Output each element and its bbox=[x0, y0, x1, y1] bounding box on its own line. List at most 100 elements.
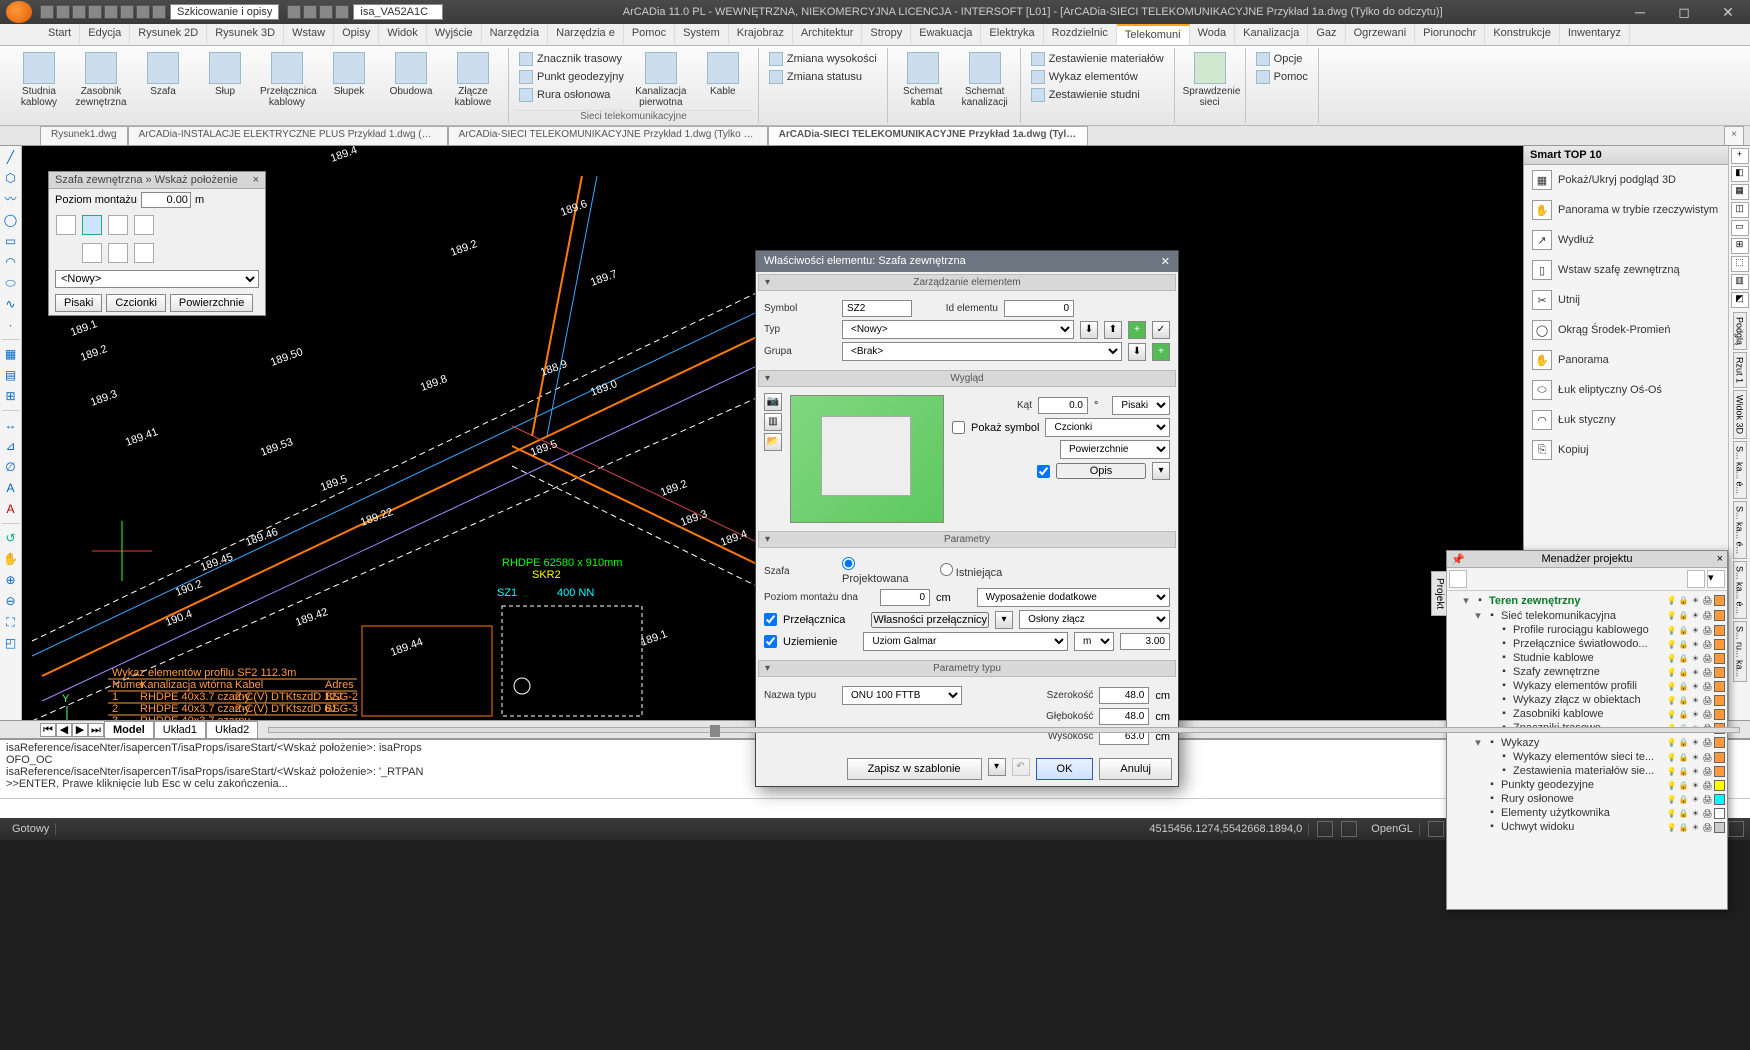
ribbon-btn[interactable]: Wykaz elementów bbox=[1027, 68, 1168, 86]
group-select[interactable]: <Brak> bbox=[842, 342, 1122, 361]
ribbon-btn[interactable]: Obudowa bbox=[382, 50, 440, 99]
tool-icon[interactable]: ∿ bbox=[2, 295, 20, 313]
ribbon-tab[interactable]: Kanalizacja bbox=[1235, 24, 1308, 45]
tree-node[interactable]: ▾▪Sieć telekomunikacyjna💡🔒☀🖨 bbox=[1461, 608, 1725, 623]
oslony-select[interactable]: Osłony złącz bbox=[1019, 610, 1170, 629]
smart-item[interactable]: ▦Pokaż/Ukryj podgląd 3D bbox=[1524, 165, 1728, 195]
ribbon-btn[interactable]: Schemat kabla bbox=[894, 50, 952, 110]
tool-icon[interactable]: ▥ bbox=[1731, 274, 1749, 290]
palette-icon[interactable] bbox=[134, 215, 154, 235]
prz-props-button[interactable]: Własności przełącznicy bbox=[871, 612, 989, 628]
tree-node[interactable]: ▪Rury osłonowe💡🔒☀🖨 bbox=[1461, 792, 1725, 806]
ribbon-tab[interactable]: Rozdzielnic bbox=[1044, 24, 1117, 45]
nav-next-icon[interactable]: ▶ bbox=[72, 723, 88, 737]
ribbon-tab[interactable]: Inwentaryz bbox=[1560, 24, 1630, 45]
tool-icon[interactable]: ◯ bbox=[2, 211, 20, 229]
nav-prev-icon[interactable]: ◀ bbox=[56, 723, 72, 737]
ribbon-tab[interactable]: Narzędzia bbox=[482, 24, 549, 45]
ribbon-btn[interactable]: Złącze kablowe bbox=[444, 50, 502, 110]
ribbon-tab[interactable]: Konstrukcje bbox=[1485, 24, 1559, 45]
section-header[interactable]: Parametry typu bbox=[758, 660, 1176, 677]
add-button[interactable]: + bbox=[1128, 321, 1146, 339]
document-tab[interactable]: ArCADia-INSTALACJE ELEKTRYCZNE PLUS Przy… bbox=[128, 126, 448, 145]
tool-icon[interactable]: ◫ bbox=[1731, 202, 1749, 218]
szer-input[interactable] bbox=[1099, 687, 1149, 704]
ribbon-btn[interactable]: Opcje bbox=[1252, 50, 1312, 68]
id-input[interactable] bbox=[1004, 300, 1074, 317]
tool-icon[interactable]: ╱ bbox=[2, 148, 20, 166]
ribbon-tab[interactable]: Rysunek 2D bbox=[130, 24, 207, 45]
qat-icon[interactable] bbox=[56, 5, 70, 19]
tool-button[interactable]: ⬆ bbox=[1104, 321, 1122, 339]
side-tab[interactable]: S... ka... é... bbox=[1733, 561, 1747, 619]
qat-icon[interactable] bbox=[136, 5, 150, 19]
tool-icon[interactable]: + bbox=[1731, 148, 1749, 164]
side-tab[interactable]: Rzut 1 bbox=[1733, 352, 1747, 388]
tool-icon[interactable]: ↔ bbox=[2, 416, 20, 434]
qat-icon[interactable] bbox=[120, 5, 134, 19]
qat-combo-1[interactable]: Szkicowanie i opisy bbox=[170, 4, 279, 20]
ribbon-tab[interactable]: Architektur bbox=[793, 24, 863, 45]
folder-icon[interactable]: 📂 bbox=[764, 433, 782, 451]
document-tab[interactable]: ArCADia-SIECI TELEKOMUNIKACYJNE Przykład… bbox=[768, 126, 1088, 145]
opis-checkbox[interactable] bbox=[1037, 465, 1050, 478]
tool-icon[interactable]: ▭ bbox=[2, 232, 20, 250]
tool-button[interactable]: ⬇ bbox=[1080, 321, 1098, 339]
tree-node[interactable]: ▪Zasobniki kablowe💡🔒☀🖨 bbox=[1461, 707, 1725, 721]
smart-item[interactable]: ✋Panorama bbox=[1524, 345, 1728, 375]
tree-node[interactable]: ▪Studnie kablowe💡🔒☀🖨 bbox=[1461, 651, 1725, 665]
ribbon-tab[interactable]: Krajobraz bbox=[729, 24, 793, 45]
smart-item[interactable]: ◠Łuk styczny bbox=[1524, 405, 1728, 435]
tree-node[interactable]: ▪Punkty geodezyjne💡🔒☀🖨 bbox=[1461, 778, 1725, 792]
uziom-unit[interactable]: m bbox=[1074, 632, 1114, 651]
ribbon-tab[interactable]: Edycja bbox=[80, 24, 130, 45]
tool-icon[interactable]: ◠ bbox=[2, 253, 20, 271]
status-icon[interactable] bbox=[1341, 821, 1357, 837]
qat-icon[interactable] bbox=[335, 5, 349, 19]
ribbon-tab[interactable]: Pomoc bbox=[624, 24, 675, 45]
tool-icon[interactable]: ◰ bbox=[2, 634, 20, 652]
tree-node[interactable]: ▪Elementy użytkownika💡🔒☀🖨 bbox=[1461, 806, 1725, 820]
exist-radio[interactable] bbox=[940, 563, 953, 576]
tree-node[interactable]: ▪Szafy zewnętrzne💡🔒☀🖨 bbox=[1461, 665, 1725, 679]
tool-icon[interactable]: ⊿ bbox=[2, 437, 20, 455]
pm-tool-icon[interactable]: ▾ bbox=[1707, 570, 1725, 588]
czcionki-select[interactable]: Czcionki bbox=[1045, 418, 1170, 437]
ribbon-tab[interactable]: Stropy bbox=[862, 24, 911, 45]
document-tab[interactable]: ArCADia-SIECI TELEKOMUNIKACYJNE Przykład… bbox=[448, 126, 768, 145]
tool-icon[interactable]: A bbox=[2, 479, 20, 497]
ribbon-btn[interactable]: Zasobnik zewnętrzna bbox=[72, 50, 130, 110]
smart-item[interactable]: ✋Panorama w trybie rzeczywistym bbox=[1524, 195, 1728, 225]
qat-icon[interactable] bbox=[152, 5, 166, 19]
side-tab[interactable]: S... ru... ka... bbox=[1733, 621, 1747, 682]
tool-button[interactable]: ✓ bbox=[1152, 321, 1170, 339]
pin-icon[interactable]: 📌 bbox=[1451, 553, 1465, 566]
ribbon-btn[interactable]: Słup bbox=[196, 50, 254, 99]
side-tab[interactable]: Widok 3D bbox=[1733, 390, 1747, 439]
tree-node[interactable]: ▾▪Teren zewnętrzny💡🔒☀🖨 bbox=[1461, 593, 1725, 608]
tree-node[interactable]: ▪Profile rurociągu kablowego💡🔒☀🖨 bbox=[1461, 623, 1725, 637]
ribbon-btn[interactable]: Zmiana wysokości bbox=[765, 50, 881, 68]
ribbon-tab[interactable]: Wyjście bbox=[427, 24, 482, 45]
ribbon-btn[interactable]: Schemat kanalizacji bbox=[956, 50, 1014, 110]
pisaki-button[interactable]: Pisaki bbox=[55, 294, 102, 312]
ribbon-tab[interactable]: Telekomuni bbox=[1117, 24, 1190, 45]
smart-item[interactable]: ⬭Łuk eliptyczny Oś-Oś bbox=[1524, 375, 1728, 405]
powierzchnie-button[interactable]: Powierzchnie bbox=[170, 294, 253, 312]
qat-icon[interactable] bbox=[88, 5, 102, 19]
gl-input[interactable] bbox=[1099, 708, 1149, 725]
ribbon-tab[interactable]: Start bbox=[40, 24, 80, 45]
ribbon-btn[interactable]: Kable bbox=[694, 50, 752, 99]
wyposazenie-select[interactable]: Wyposażenie dodatkowe bbox=[977, 588, 1170, 607]
ribbon-btn[interactable]: Przełącznica kablowy bbox=[258, 50, 316, 110]
uziom-input[interactable] bbox=[1120, 633, 1170, 650]
symbol-input[interactable] bbox=[842, 300, 912, 317]
ribbon-tab[interactable]: Opisy bbox=[334, 24, 379, 45]
qat-icon[interactable] bbox=[104, 5, 118, 19]
prz-checkbox[interactable] bbox=[764, 613, 777, 626]
side-tab[interactable]: S... ka... é... bbox=[1733, 441, 1747, 499]
ribbon-tab[interactable]: Wstaw bbox=[284, 24, 334, 45]
smart-item[interactable]: ▯Wstaw szafę zewnętrzną bbox=[1524, 255, 1728, 285]
ribbon-btn[interactable]: Punkt geodezyjny bbox=[515, 68, 628, 86]
ribbon-tab[interactable]: Ewakuacja bbox=[911, 24, 981, 45]
